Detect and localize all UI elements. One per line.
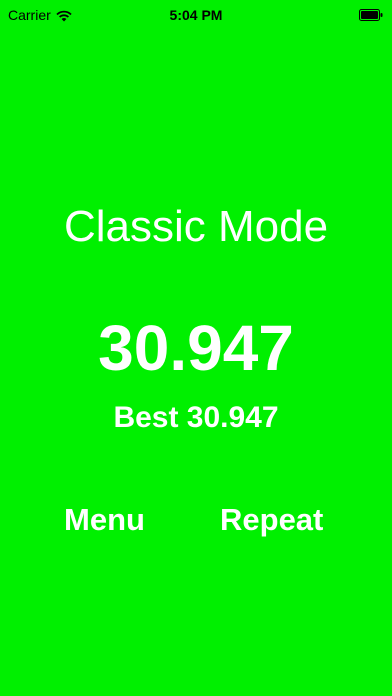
battery-icon xyxy=(359,8,383,21)
status-bar: Carrier 5:04 PM xyxy=(0,0,392,30)
best-score: Best 30.947 xyxy=(113,401,279,434)
score-value: 30.947 xyxy=(98,312,294,384)
menu-button[interactable]: Menu xyxy=(64,500,145,540)
repeat-button[interactable]: Repeat xyxy=(220,500,323,540)
status-time: 5:04 PM xyxy=(169,7,223,23)
mode-title: Classic Mode xyxy=(63,202,329,251)
